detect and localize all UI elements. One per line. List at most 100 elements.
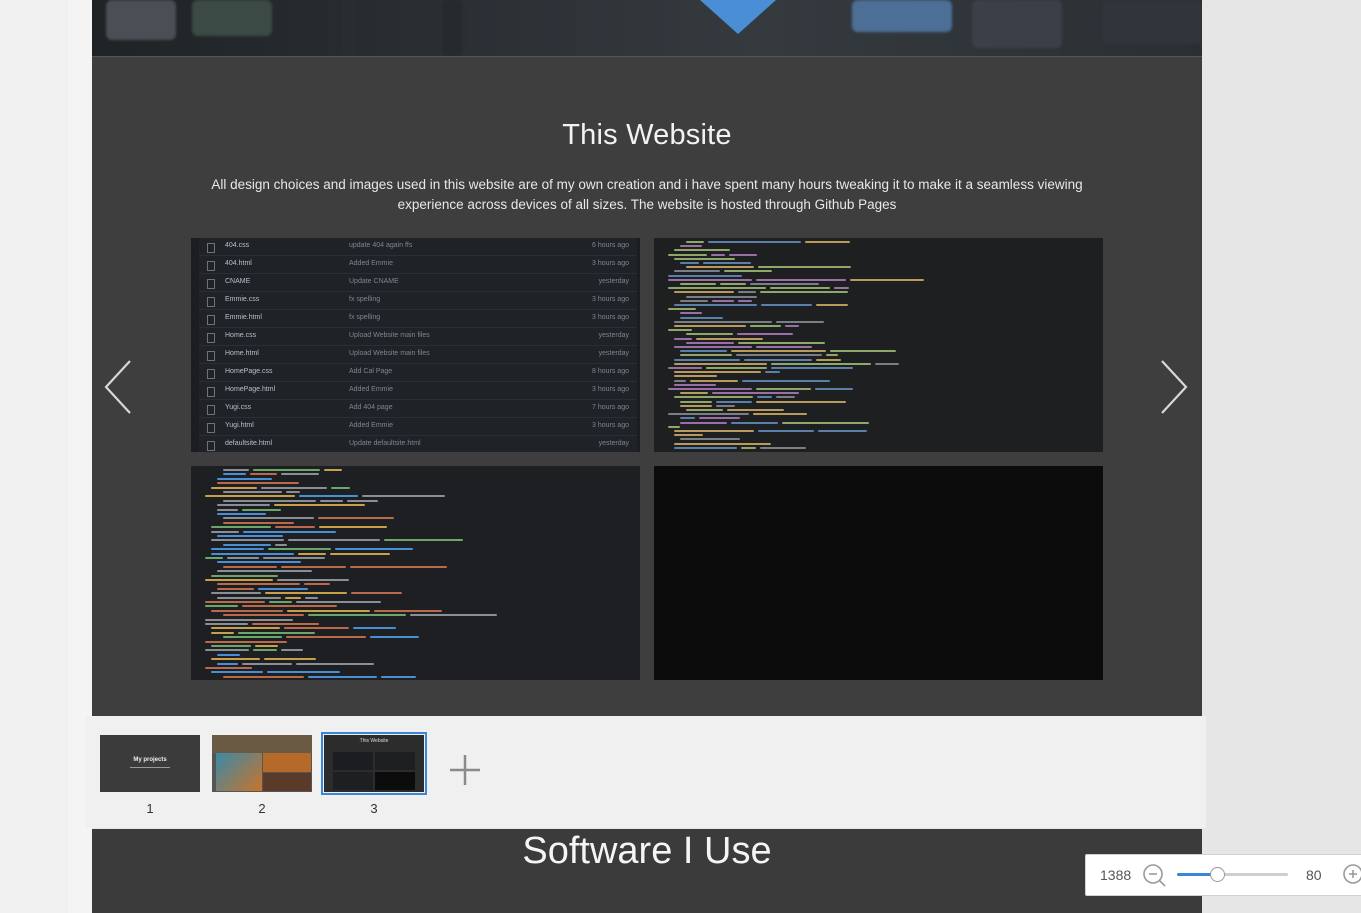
thumbnail-number: 1 [146,801,154,816]
code-line [223,565,277,568]
code-line [742,379,830,382]
code-line [286,636,366,639]
code-line [696,337,763,340]
code-line [771,367,853,369]
file-name: 404.css [225,242,250,249]
code-line [217,570,312,573]
code-line [318,517,394,520]
code-line [205,640,287,643]
file-commit-time: yesterday [598,440,629,447]
code-line [716,400,752,403]
code-line [211,631,234,634]
carousel-prev-icon[interactable] [100,357,136,417]
code-line [299,495,358,498]
code-line [686,295,757,298]
file-commit-message: Added Emmie [349,386,393,393]
selected-thumbnail-outline [321,732,427,795]
code-line [680,354,732,357]
file-commit-message: fx spelling [349,314,381,321]
code-line [680,417,695,420]
code-line [668,388,752,390]
code-line [761,304,812,306]
file-name: HomePage.html [225,386,276,393]
repo-file-row: Yugi.html Added Emmie 3 hours ago [199,418,637,436]
code-line [758,266,851,269]
code-line [223,521,294,524]
repo-file-row: Emmie.html fx spelling 3 hours ago [199,310,637,328]
code-line [668,329,692,332]
code-line [242,662,292,665]
code-line [217,535,283,537]
code-line [331,486,350,489]
file-icon [207,351,215,361]
code-line [217,513,266,515]
code-line [275,543,287,546]
code-line [834,287,849,290]
code-line [674,257,735,260]
code-line [741,446,756,449]
file-icon [207,405,215,415]
code-line [680,316,723,319]
slide-thumbnail-bar: My projects This Website 1 2 3 [86,716,1206,828]
add-slide-icon[interactable] [448,753,482,787]
slide-thumbnail-1[interactable]: My projects [100,735,200,792]
code-line [744,358,812,361]
code-line [217,596,281,599]
code-line [674,434,703,437]
code-line [668,308,696,311]
code-line [680,262,699,264]
code-line [296,662,374,665]
code-line [712,299,734,302]
code-line [211,592,261,595]
code-line [674,320,772,323]
code-line [223,491,282,493]
code-line [674,383,716,386]
project-slide: This Website All design choices and imag… [92,57,1202,718]
code-line [217,482,299,485]
code-line [731,350,826,353]
code-line [680,245,702,248]
code-line [362,495,445,498]
code-line [729,253,757,256]
code-line [217,662,238,665]
code-line [757,396,772,399]
code-line [816,304,848,306]
code-line [258,587,308,590]
code-line [211,530,239,533]
zoom-slider[interactable] [1177,867,1288,882]
code-line [298,552,326,555]
code-line [712,392,799,395]
file-commit-message: Update CNAME [349,278,399,285]
code-line [753,413,807,416]
zoom-in-icon[interactable] [1342,863,1361,887]
code-line [320,499,343,502]
file-icon [207,423,215,433]
file-commit-message: Upload Website main files [349,350,430,357]
code-line [724,270,772,273]
file-commit-time: yesterday [598,278,629,285]
code-line [674,291,734,294]
code-line [223,499,316,502]
repo-file-row: 404.html Added Emmie 3 hours ago [199,256,637,274]
code-line [686,241,704,243]
code-line [211,539,284,542]
code-line [731,421,778,424]
file-commit-time: 7 hours ago [592,404,629,411]
code-line [674,358,740,361]
slide-thumbnail-2[interactable] [212,735,312,792]
code-line [384,539,463,542]
code-line [205,649,249,652]
code-line [805,241,850,243]
code-line [771,362,871,365]
code-line [674,304,757,306]
carousel-next-icon[interactable] [1156,357,1192,417]
zoom-slider-handle[interactable] [1209,867,1225,882]
html-code-screenshot [654,238,1103,452]
code-line [686,333,733,336]
code-line [674,430,754,432]
code-line [288,539,380,542]
file-icon [207,315,215,325]
zoom-out-icon[interactable] [1142,863,1166,887]
code-line [217,587,254,590]
code-line [274,504,365,507]
